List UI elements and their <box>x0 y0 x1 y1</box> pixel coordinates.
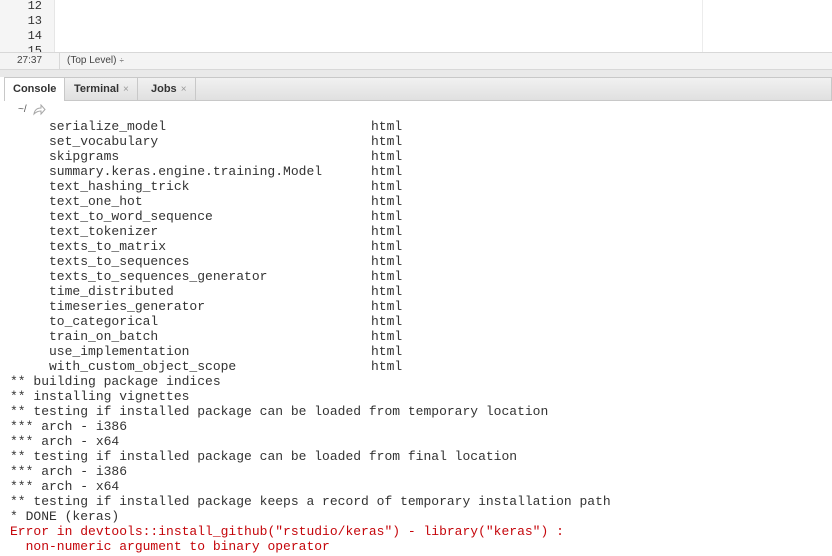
tab-label: Jobs <box>151 83 177 95</box>
line-number: 15 <box>27 44 42 52</box>
tab-label: Terminal <box>74 83 120 95</box>
scope-label: (Top Level) <box>67 55 117 66</box>
working-directory: ~/ <box>18 104 27 115</box>
console-log-line: *** arch - x64 <box>10 479 120 494</box>
console-error-line: non-numeric argument to binary operator <box>10 539 330 554</box>
console-log-line: *** arch - i386 <box>10 419 128 434</box>
print-margin <box>702 0 703 52</box>
tab-label: Console <box>13 83 57 95</box>
scope-selector[interactable]: (Top Level) ÷ <box>67 53 124 69</box>
console-log-line: ** installing vignettes <box>10 389 190 404</box>
console-log-line: ** testing if installed package can be l… <box>10 404 549 419</box>
line-number: 14 <box>27 29 42 43</box>
console-log-line: ** building package indices <box>10 374 221 389</box>
console-error-line: Error in devtools::install_github("rstud… <box>10 524 564 539</box>
console-log-line: ** testing if installed package can be l… <box>10 449 518 464</box>
line-number: 12 <box>27 0 42 13</box>
console-log-line: * DONE (keras) <box>10 509 120 524</box>
tab-terminal[interactable]: Terminal × <box>66 78 138 101</box>
cursor-position: 27:37 <box>0 53 60 69</box>
editor-status-bar: 27:37 (Top Level) ÷ <box>0 52 832 70</box>
tab-console[interactable]: Console <box>5 78 66 102</box>
console-log-line: *** arch - x64 <box>10 434 120 449</box>
console-output[interactable]: serialize_model html set_vocabulary html s… <box>4 117 832 556</box>
line-number-gutter: 12 13 14 15 <box>0 0 55 52</box>
line-number: 13 <box>27 14 42 28</box>
close-icon[interactable]: × <box>181 84 187 95</box>
console-log-line: *** arch - i386 <box>10 464 128 479</box>
console-tab-bar: Console Terminal × Jobs × <box>4 77 832 102</box>
close-icon[interactable]: × <box>123 84 129 95</box>
pane-splitter[interactable] <box>0 70 832 77</box>
go-to-directory-icon[interactable] <box>32 104 46 116</box>
tab-jobs[interactable]: Jobs × <box>143 78 196 101</box>
console-log-line: ** testing if installed package keeps a … <box>10 494 611 509</box>
source-editor[interactable]: 12 13 14 15 <box>0 0 832 52</box>
scope-caret-icon: ÷ <box>119 56 124 65</box>
